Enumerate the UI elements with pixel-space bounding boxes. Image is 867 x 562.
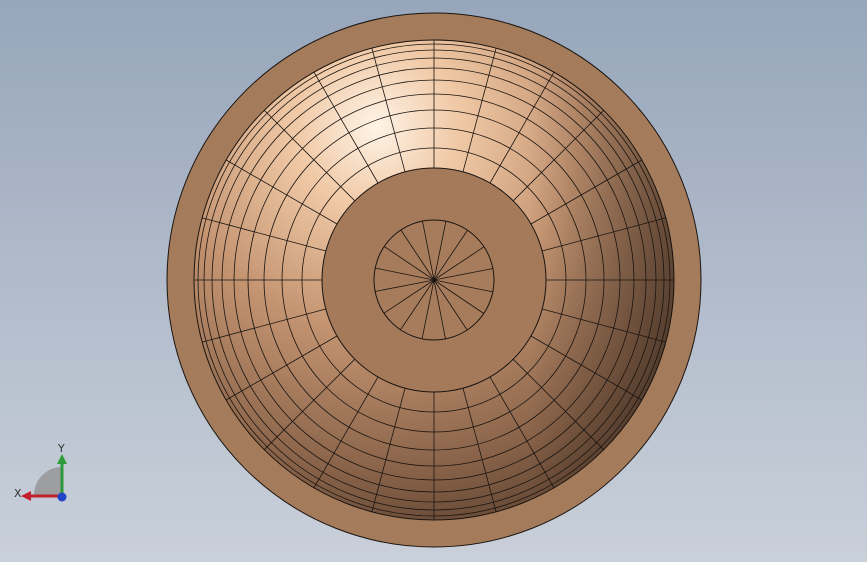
triad-z-axis [57, 492, 67, 502]
axis-triad: Y X [14, 442, 67, 502]
triad-plane [34, 467, 62, 495]
triad-x-arrow [21, 491, 31, 501]
cad-viewport[interactable] [0, 0, 867, 562]
triad-x-label: X [14, 487, 22, 500]
triad-y-arrow [57, 454, 67, 464]
triad-y-label: Y [57, 442, 65, 455]
